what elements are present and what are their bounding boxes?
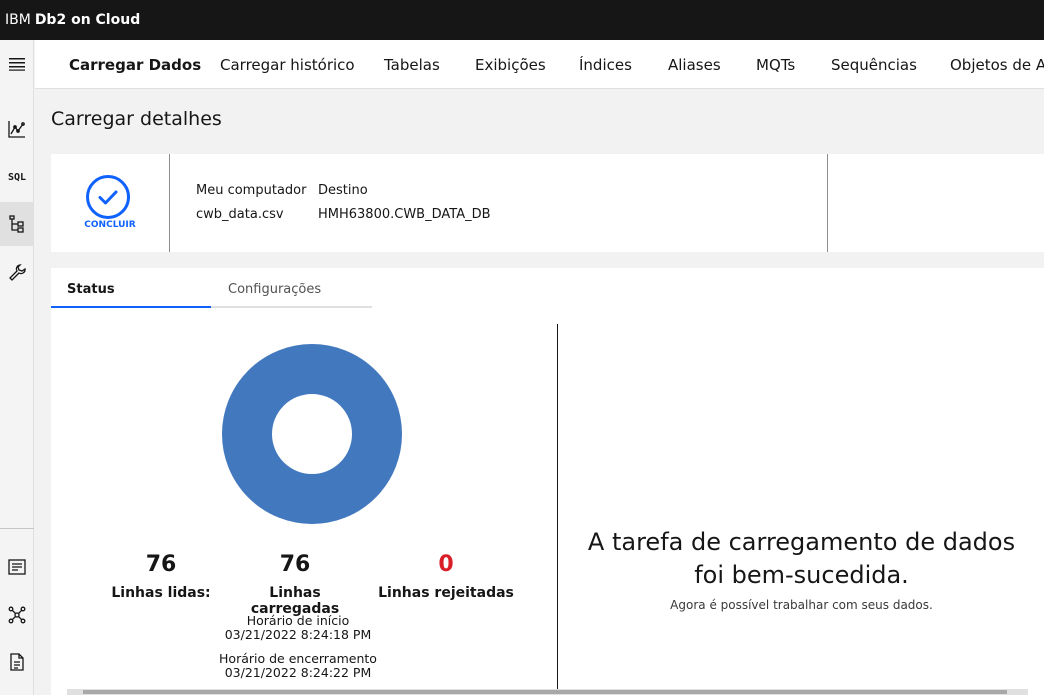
- success-message-line2: foi bem-sucedida.: [694, 561, 909, 589]
- scrollbar-thumb[interactable]: [83, 690, 1007, 694]
- tab-status[interactable]: Status: [51, 268, 211, 308]
- status-label: CONCLUIR: [84, 220, 136, 230]
- horizontal-scrollbar[interactable]: [67, 689, 1028, 695]
- monitor-chart-icon[interactable]: [0, 107, 34, 151]
- tab-carregar-historico[interactable]: Carregar histórico: [220, 56, 355, 74]
- top-bar: IBM Db2 on Cloud: [0, 0, 1044, 40]
- rows-read-label: Linhas lidas:: [111, 585, 211, 601]
- tab-sequencias[interactable]: Sequências: [831, 56, 917, 74]
- success-subtitle: Agora é possível trabalhar com seus dado…: [670, 598, 933, 612]
- start-time-label: Horário de início: [246, 613, 350, 628]
- tab-configuracoes[interactable]: Configurações: [211, 268, 372, 308]
- brand-prefix: IBM: [5, 12, 31, 28]
- rows-rejected-value: 0: [438, 552, 454, 577]
- tab-mqts[interactable]: MQTs: [756, 56, 795, 74]
- success-message: A tarefa de carregamento de dados foi be…: [559, 526, 1044, 592]
- document-icon[interactable]: [0, 640, 34, 684]
- left-rail: SQL: [0, 40, 34, 695]
- tab-aliases[interactable]: Aliases: [668, 56, 721, 74]
- donut-loaded-ring: [222, 344, 402, 524]
- success-message-line1: A tarefa de carregamento de dados: [587, 528, 1016, 556]
- page-title: Carregar detalhes: [51, 108, 222, 130]
- source-header: Meu computador: [196, 183, 307, 198]
- summary-divider: [169, 154, 170, 252]
- tab-exibicoes[interactable]: Exibições: [475, 56, 546, 74]
- menu-icon[interactable]: [0, 42, 34, 86]
- tab-carregar-dados[interactable]: Carregar Dados: [69, 56, 201, 74]
- summary-divider-right: [827, 154, 828, 252]
- sql-icon[interactable]: SQL: [0, 155, 34, 199]
- target-header: Destino: [318, 183, 368, 198]
- status-panel: Status Configurações 76 Linhas lidas: 76…: [51, 268, 1044, 695]
- checkmark-circle-icon: [86, 175, 130, 219]
- source-file: cwb_data.csv: [196, 207, 284, 222]
- target-table: HMH63800.CWB_DATA_DB: [318, 207, 491, 222]
- rows-rejected-label: Linhas rejeitadas: [378, 585, 514, 601]
- console-icon[interactable]: [0, 545, 34, 589]
- rows-read-value: 76: [145, 552, 177, 577]
- network-icon[interactable]: [0, 593, 34, 637]
- start-time-value: 03/21/2022 8:24:18 PM: [224, 627, 372, 642]
- load-summary-card: CONCLUIR Meu computador cwb_data.csv Des…: [51, 154, 1044, 252]
- brand-product[interactable]: Db2 on Cloud: [35, 12, 140, 28]
- tab-indices[interactable]: Índices: [579, 56, 632, 74]
- tab-objetos-de-aplicativo[interactable]: Objetos de Ap: [950, 56, 1044, 74]
- end-time-label: Horário de encerramento: [219, 651, 377, 666]
- rows-donut-chart: [222, 344, 402, 524]
- end-time-value: 03/21/2022 8:24:22 PM: [224, 665, 372, 680]
- wrench-icon[interactable]: [0, 250, 34, 294]
- nav-tabs: Carregar Dados Carregar histórico Tabela…: [35, 40, 1044, 89]
- rows-loaded-value: 76: [279, 552, 311, 577]
- panel-divider: [557, 324, 558, 689]
- data-tree-icon[interactable]: [0, 202, 34, 246]
- rail-divider: [0, 528, 34, 529]
- tab-tabelas[interactable]: Tabelas: [384, 56, 440, 74]
